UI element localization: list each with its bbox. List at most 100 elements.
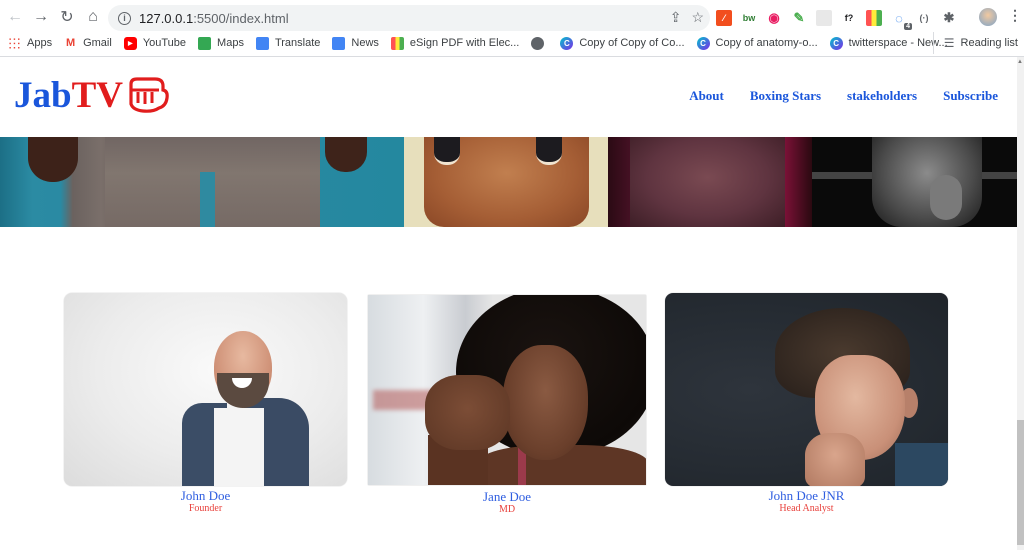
arrow-left-icon: ← [7, 8, 23, 25]
site-info-icon[interactable]: i [118, 11, 131, 25]
nav-about[interactable]: About [689, 88, 724, 104]
bookmark-item[interactable]: Maps [198, 36, 244, 50]
scrollbar-thumb[interactable] [1017, 420, 1024, 545]
extension-glyph: ✱ [943, 10, 955, 25]
extension-glyph: bw [742, 13, 756, 23]
team-member-role: Head Analyst [779, 503, 834, 514]
team-member-name: John Doe [180, 488, 231, 503]
bookmark-item[interactable]: Translate [255, 36, 321, 50]
team-card: Jane Doe MD [368, 295, 646, 516]
bookmark-label: Apps [27, 37, 53, 49]
arrow-right-icon: → [33, 8, 49, 25]
ext-dots-icon[interactable]: (·) [916, 10, 932, 26]
browser-toolbar: ← → ↻ ⌂ i 127.0.0.1:5500/index.html ⇪ ☆ … [0, 3, 1024, 31]
globe-icon [531, 36, 545, 50]
bookmark-item[interactable]: Ctwitterspace - New... [829, 36, 948, 50]
ext-bw-icon[interactable]: bw [741, 10, 757, 26]
ext-palette-icon[interactable] [866, 10, 882, 26]
site-header: Jab TV About Boxing Stars stakeholders Su… [0, 57, 1017, 137]
team-photo-jane-doe [368, 295, 646, 485]
bookmark-label: Gmail [83, 37, 112, 49]
bookmark-item[interactable]: C Copy of Copy of Co... [560, 36, 685, 50]
nav-boxing-stars[interactable]: Boxing Stars [750, 88, 821, 104]
team-card: John Doe Founder [64, 293, 347, 515]
bookmark-label: YouTube [142, 37, 187, 49]
bookmark-label: Translate [274, 37, 321, 49]
logo-text-jab: Jab [14, 74, 72, 116]
browser-chrome: ← → ↻ ⌂ i 127.0.0.1:5500/index.html ⇪ ☆ … [0, 0, 1024, 57]
team-member-name: John Doe JNR [768, 488, 845, 503]
bookmark-item[interactable]: News [332, 36, 379, 50]
banner-image-boxer-torso [404, 137, 608, 227]
nav-subscribe[interactable]: Subscribe [943, 88, 998, 104]
bookmark-item[interactable]: M Gmail [64, 37, 112, 50]
extension-glyph: ◌ [895, 10, 903, 26]
share-icon[interactable]: ⇪ [670, 9, 682, 26]
bookmark-item[interactable]: C Copy of anatomy-o... [696, 36, 818, 50]
bookmark-label: Copy of Copy of Co... [579, 37, 685, 49]
extensions-bar: ⁄ bw ◉ ✎ f? ◌ 4 (·) ✱ [716, 4, 966, 32]
gmail-icon: M [65, 37, 76, 49]
scroll-up-arrow-icon[interactable]: ▲ [1017, 59, 1023, 65]
bookmark-star-icon[interactable]: ☆ [691, 9, 704, 26]
banner-image-boxer-pants [0, 137, 404, 227]
ext-eye-icon[interactable]: ◉ [766, 10, 782, 26]
back-button[interactable]: ← [2, 4, 28, 30]
logo-text-tv: TV [71, 74, 123, 116]
team-member-role: MD [498, 504, 516, 515]
forward-button[interactable]: → [28, 4, 54, 30]
team-member-name: Jane Doe [482, 489, 531, 504]
team-photo-john-doe [64, 293, 347, 486]
team-member-role: Founder [188, 503, 223, 514]
main-nav: About Boxing Stars stakeholders Subscrib… [663, 88, 998, 104]
reload-button[interactable]: ↻ [54, 4, 80, 30]
page-viewport: Jab TV About Boxing Stars stakeholders Su… [0, 57, 1017, 550]
site-logo[interactable]: Jab TV [14, 76, 169, 114]
menu-kebab-icon[interactable]: ⋮ [1008, 7, 1022, 24]
esign-icon [390, 36, 404, 50]
news-icon [332, 36, 346, 50]
team-section: John Doe Founder Jane Doe MD John Doe JN… [0, 292, 1017, 542]
banner-image-boxer-chest [608, 137, 812, 227]
bookmark-item[interactable]: ▶ YouTube [123, 36, 187, 50]
bookmark-item[interactable]: Apps [8, 36, 53, 50]
extensions-puzzle-icon[interactable]: ✱ [941, 10, 957, 26]
url-host: 127.0.0.1 [139, 10, 194, 26]
reading-list-icon: ☰ [943, 36, 955, 50]
banner-image-boxer-bw [812, 137, 1017, 227]
address-bar[interactable]: i 127.0.0.1:5500/index.html ⇪ ☆ [108, 5, 710, 31]
canva-icon: C [696, 36, 710, 50]
bookmarks-bar: Apps M Gmail ▶ YouTube Maps Translate News eSign… [0, 32, 1024, 54]
bookmark-label: News [351, 37, 379, 49]
fist-icon [129, 77, 169, 113]
youtube-icon: ▶ [123, 36, 137, 50]
extension-glyph: f? [844, 13, 854, 23]
extension-glyph: (·) [919, 13, 929, 23]
apps-grid-icon [8, 36, 21, 50]
nav-stakeholders[interactable]: stakeholders [847, 88, 917, 104]
bookmark-item[interactable] [531, 36, 548, 50]
ext-loading-icon[interactable]: ◌ 4 [891, 10, 912, 30]
profile-avatar[interactable] [979, 8, 997, 26]
home-button[interactable]: ⌂ [80, 4, 106, 30]
reload-icon: ↻ [60, 9, 74, 26]
url-text: 127.0.0.1:5500/index.html [139, 11, 289, 26]
ext-font-icon[interactable]: f? [841, 10, 857, 26]
bookmark-item[interactable]: eSign PDF with Elec... [390, 36, 520, 50]
bookmark-label: eSign PDF with Elec... [409, 37, 520, 49]
team-card: John Doe JNR Head Analyst [665, 293, 948, 515]
ext-code-icon[interactable]: ⁄ [716, 10, 732, 26]
reading-list-button[interactable]: ☰ Reading list [932, 32, 1018, 54]
extension-glyph: ◉ [768, 10, 780, 25]
bookmark-label: Copy of anatomy-o... [715, 37, 818, 49]
ext-eyedropper-icon[interactable]: ✎ [791, 10, 807, 26]
canva-icon: C [560, 36, 574, 50]
extension-badge: 4 [904, 23, 912, 30]
ext-blank-icon[interactable] [816, 10, 832, 26]
extension-glyph: ⁄ [723, 13, 725, 23]
url-path: :5500/index.html [193, 10, 289, 26]
hero-banner [0, 137, 1017, 227]
translate-icon [255, 36, 269, 50]
extension-glyph: ✎ [793, 10, 805, 25]
team-photo-john-doe-jnr [665, 293, 948, 486]
